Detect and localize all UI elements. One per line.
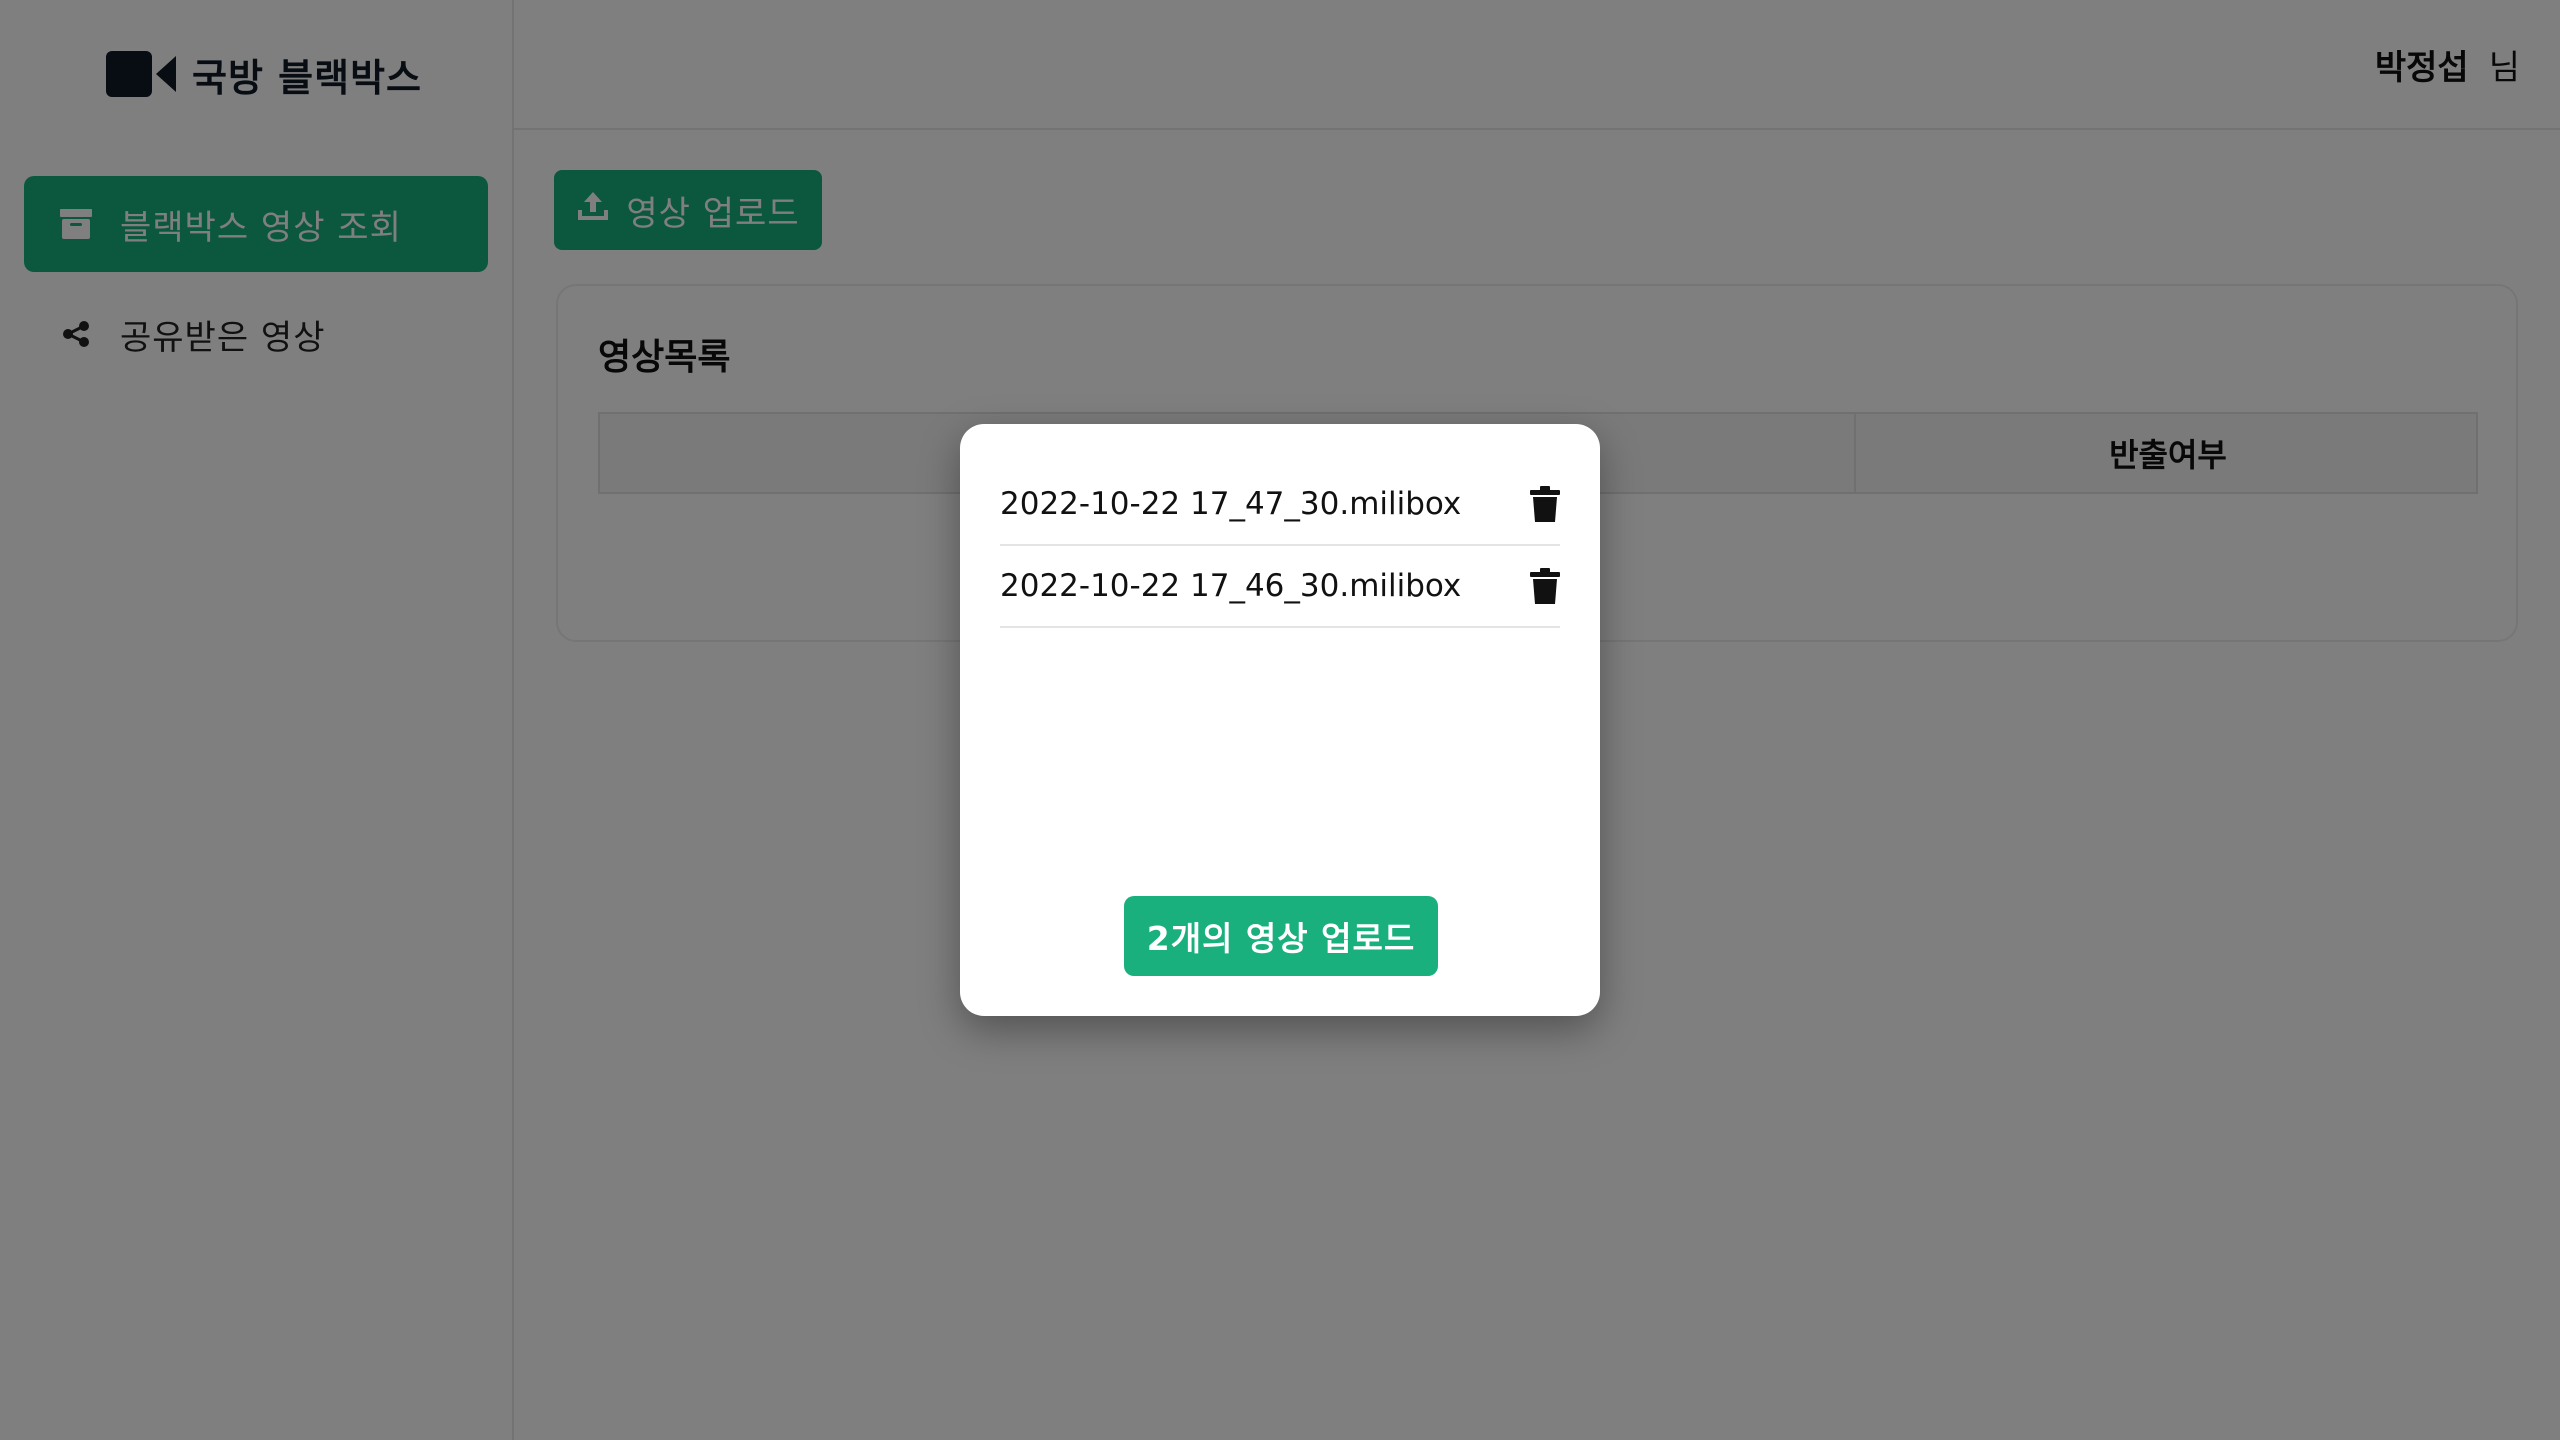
list-item: 2022-10-22 17_46_30.milibox: [1000, 546, 1560, 628]
app-root: 국방 블랙박스 블랙박스 영상 조회: [0, 0, 2560, 1440]
file-name: 2022-10-22 17_46_30.milibox: [1000, 568, 1462, 604]
file-list: 2022-10-22 17_47_30.milibox 2022-10-22 1…: [1000, 464, 1560, 628]
upload-videos-button[interactable]: 2개의 영상 업로드: [1124, 896, 1438, 976]
trash-icon[interactable]: [1530, 568, 1560, 604]
list-item: 2022-10-22 17_47_30.milibox: [1000, 464, 1560, 546]
file-name: 2022-10-22 17_47_30.milibox: [1000, 486, 1462, 522]
trash-icon[interactable]: [1530, 486, 1560, 522]
upload-modal: 2022-10-22 17_47_30.milibox 2022-10-22 1…: [960, 424, 1600, 1016]
